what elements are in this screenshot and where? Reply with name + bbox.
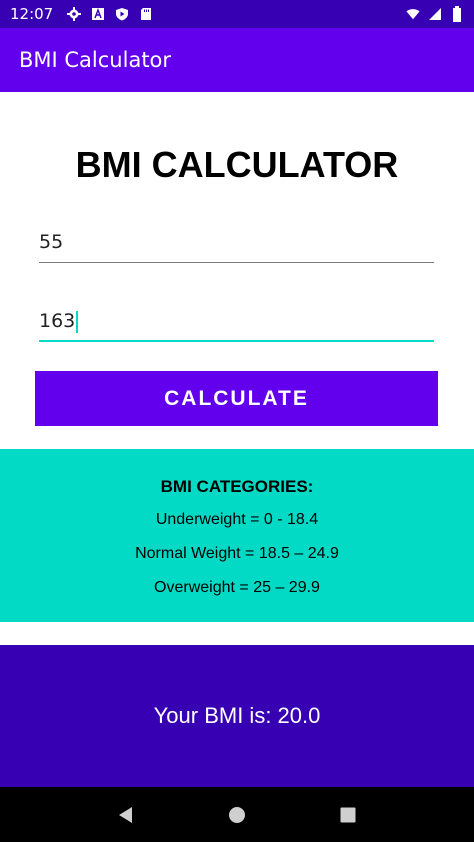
signal-icon xyxy=(428,7,442,21)
page-title: BMI CALCULATOR xyxy=(75,144,399,185)
status-left-icons xyxy=(67,7,153,21)
weight-input[interactable]: 55 xyxy=(39,223,434,263)
status-bar: 12:07 xyxy=(0,0,474,28)
navigation-bar xyxy=(0,787,474,842)
weight-value: 55 xyxy=(39,231,64,253)
shield-play-icon xyxy=(115,7,129,21)
recents-icon[interactable] xyxy=(336,803,360,827)
bmi-categories-panel: BMI CATEGORIES: Underweight = 0 - 18.4 N… xyxy=(0,449,474,622)
category-normal-weight: Normal Weight = 18.5 – 24.9 xyxy=(135,545,339,562)
app-bar-title: BMI Calculator xyxy=(19,48,172,72)
battery-icon xyxy=(450,6,464,22)
app-bar: BMI Calculator xyxy=(0,28,474,92)
wifi-icon xyxy=(406,7,420,21)
bmi-result-panel: Your BMI is: 20.0 xyxy=(0,645,474,787)
status-right-icons xyxy=(406,6,464,22)
height-value: 163 xyxy=(39,310,76,332)
category-overweight: Overweight = 25 – 29.9 xyxy=(154,579,320,596)
font-a-icon xyxy=(91,7,105,21)
home-icon[interactable] xyxy=(225,803,249,827)
calculate-button[interactable]: CALCULATE xyxy=(35,371,438,426)
bmi-result-text: Your BMI is: 20.0 xyxy=(153,703,321,728)
sd-card-icon xyxy=(139,7,153,21)
status-time: 12:07 xyxy=(10,5,54,23)
gear-icon xyxy=(67,7,82,21)
text-cursor xyxy=(76,310,79,333)
category-underweight: Underweight = 0 - 18.4 xyxy=(155,511,319,528)
categories-title: BMI CATEGORIES: xyxy=(160,477,314,496)
back-icon[interactable] xyxy=(114,803,138,827)
height-input[interactable]: 163 xyxy=(39,302,434,342)
